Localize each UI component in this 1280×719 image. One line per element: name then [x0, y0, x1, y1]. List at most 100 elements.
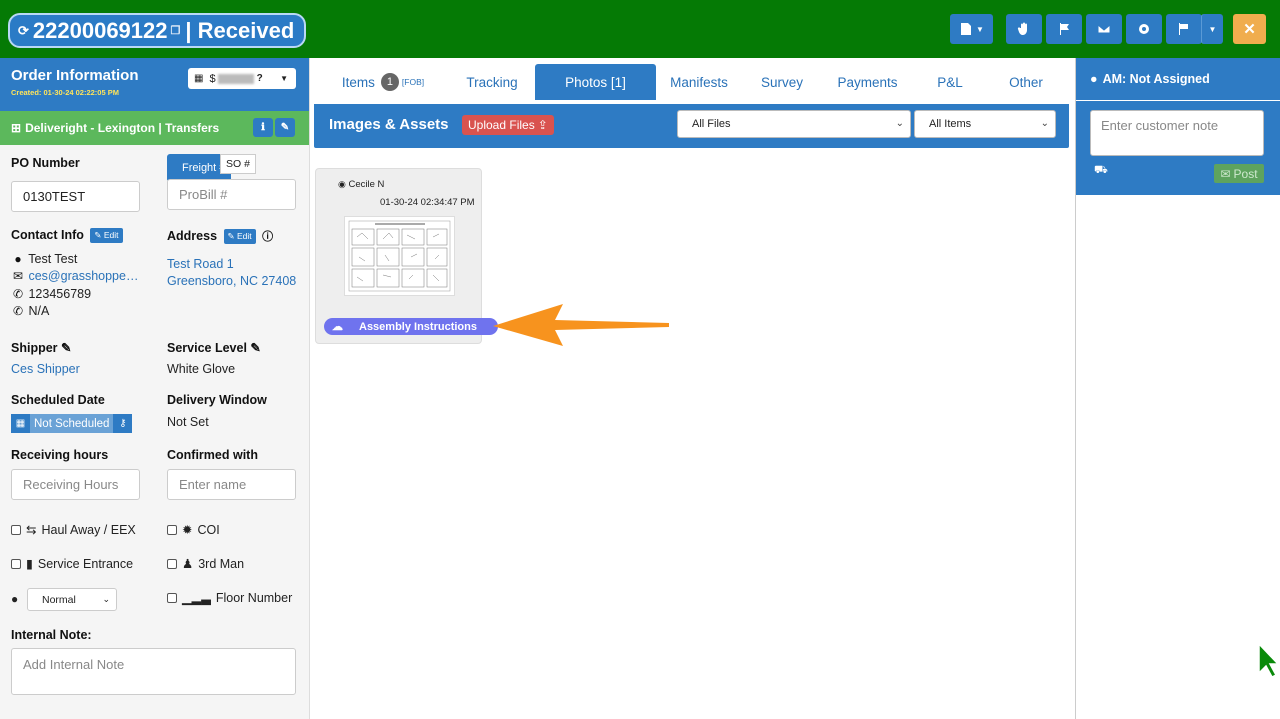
tab-pl[interactable]: P&L — [921, 64, 979, 100]
tab-manifests[interactable]: Manifests — [661, 64, 737, 100]
address-edit-button[interactable]: ✎ Edit — [223, 229, 256, 245]
asset-card[interactable]: ◉ Cecile N 01-30-24 02:34:47 PM ☁ Assemb… — [315, 168, 498, 344]
calculator-icon: ▦ — [194, 73, 204, 84]
contact-name: Test Test — [28, 252, 78, 266]
info-icon[interactable]: ℹ — [253, 118, 273, 137]
gear-icon — [1139, 24, 1149, 34]
price-select[interactable]: ▦ $ ? ▼ — [188, 68, 296, 89]
exchange-icon: ⇆ — [26, 523, 37, 537]
priority-select[interactable]: Normal ⌄ — [27, 588, 117, 611]
service-level-text: Service Level — [167, 341, 247, 355]
upload-files-button[interactable]: Upload Files ⇪ — [462, 115, 554, 135]
settings-button[interactable] — [1126, 14, 1162, 44]
top-bar: ⟳ 22200069122 ❐ | Received ▼ ▼ ✕ — [0, 0, 1280, 58]
main-content: Items 1 [FOB] Tracking Photos [1] Manife… — [311, 58, 1074, 719]
edit-icon[interactable]: ✎ — [275, 118, 295, 137]
file-filter-value: All Files — [692, 118, 731, 130]
key-icon[interactable]: ⚷ — [113, 414, 133, 433]
coi-checkbox[interactable]: ✹ COI — [167, 522, 220, 537]
floor-number-checkbox[interactable]: ▁▂▃ Floor Number — [167, 590, 292, 605]
confirmed-with-label: Confirmed with — [167, 448, 258, 462]
chevron-down-icon: ▼ — [280, 74, 288, 83]
user-icon: ● — [1090, 72, 1098, 86]
tab-items[interactable]: Items 1 [FOB] — [333, 64, 433, 100]
order-info-panel: Order Information Created: 01-30-24 02:2… — [0, 58, 310, 719]
calendar-icon[interactable]: ▦ — [11, 414, 30, 433]
probill-field[interactable]: ProBill # — [167, 179, 296, 210]
contact-phone-row: ✆ 123456789 — [11, 287, 91, 301]
route-dropdown-button[interactable]: ▼ — [1201, 14, 1223, 44]
created-timestamp: Created: 01-30-24 02:22:05 PM — [11, 88, 119, 97]
po-number-field[interactable]: 0130TEST — [11, 181, 140, 212]
customer-name: Deliveright - Lexington | Transfers — [25, 121, 220, 135]
haul-away-checkbox[interactable]: ⇆ Haul Away / EEX — [11, 522, 136, 537]
account-manager-panel: ● AM: Not Assigned Enter customer note ⛟… — [1075, 58, 1280, 719]
tab-items-label: Items — [341, 74, 375, 90]
close-button[interactable]: ✕ — [1233, 14, 1266, 44]
signal-bars-icon: ▁▂▃ — [182, 591, 211, 605]
truck-icon[interactable]: ⛟ — [1094, 164, 1108, 178]
refresh-icon[interactable]: ⟳ — [18, 23, 29, 39]
copy-icon[interactable]: ❐ — [171, 24, 181, 37]
hand-button[interactable] — [1006, 14, 1042, 44]
scheduled-date-label: Scheduled Date — [11, 393, 105, 407]
contact-email-link[interactable]: ces@grasshoppe… — [28, 269, 138, 283]
service-entrance-checkbox[interactable]: ▮ Service Entrance — [11, 556, 133, 571]
third-man-checkbox[interactable]: ♟ 3rd Man — [167, 556, 244, 571]
phone-icon: ✆ — [12, 287, 24, 301]
post-note-button[interactable]: ✉ Post — [1214, 164, 1264, 183]
flag-button[interactable] — [1046, 14, 1082, 44]
order-number: 22200069122 — [32, 17, 168, 43]
scheduled-date-value: Not Scheduled — [30, 414, 114, 433]
receiving-hours-field[interactable]: Receiving Hours — [11, 469, 140, 500]
contact-alt-phone: N/A — [28, 304, 50, 318]
po-number-label: PO Number — [11, 156, 80, 170]
phone-icon: ✆ — [12, 304, 24, 318]
contact-edit-button[interactable]: ✎ Edit — [90, 228, 123, 244]
tab-photos[interactable]: Photos [1] — [535, 64, 656, 100]
coi-label: COI — [197, 522, 220, 537]
document-icon — [961, 23, 972, 35]
service-level-value: White Glove — [167, 362, 236, 376]
assembly-instructions-tag[interactable]: ☁ Assembly Instructions — [324, 318, 498, 335]
checkbox[interactable] — [167, 558, 177, 569]
service-level-label: Service Level ✎ — [167, 340, 261, 355]
flag-icon — [1060, 23, 1069, 35]
customer-note-field[interactable]: Enter customer note — [1090, 110, 1264, 156]
route-flag-icon — [1179, 23, 1188, 35]
confirmed-with-field[interactable]: Enter name — [167, 469, 296, 500]
edit-icon[interactable]: ✎ — [61, 341, 71, 355]
tab-tracking[interactable]: Tracking — [451, 64, 533, 100]
floor-number-label: Floor Number — [215, 590, 293, 605]
fob-tag: [FOB] — [401, 77, 425, 87]
checkbox[interactable] — [11, 558, 21, 569]
so-tab[interactable]: SO # — [220, 154, 256, 174]
shipper-link[interactable]: Ces Shipper — [11, 362, 80, 376]
envelope-icon — [1097, 24, 1111, 34]
file-filter-select[interactable]: All Files ⌄ — [677, 110, 911, 138]
uploader-name: Cecile N — [348, 179, 385, 190]
item-filter-select[interactable]: All Items ⌄ — [914, 110, 1056, 138]
contact-info-text: Contact Info — [11, 228, 84, 242]
upload-date: 01-30-24 02:34:47 PM — [380, 197, 475, 208]
address-line2[interactable]: Greensboro, NC 27408 — [167, 274, 296, 288]
checkbox[interactable] — [167, 592, 177, 603]
chevron-down-icon: ⌄ — [1040, 118, 1049, 129]
tab-survey[interactable]: Survey — [747, 64, 817, 100]
customer-bar: ⊞ Deliveright - Lexington | Transfers ℹ … — [0, 111, 309, 145]
document-dropdown-button[interactable]: ▼ — [950, 14, 993, 44]
user-circle-icon: ◉ — [338, 179, 346, 189]
tab-other[interactable]: Other — [996, 64, 1056, 100]
address-line1[interactable]: Test Road 1 — [167, 257, 234, 271]
internal-note-field[interactable]: Add Internal Note — [11, 648, 296, 695]
route-button[interactable] — [1166, 14, 1202, 44]
checkbox[interactable] — [167, 524, 177, 535]
tab-payments[interactable]: Payments — [829, 64, 906, 100]
checkbox[interactable] — [11, 524, 21, 535]
asset-thumbnail[interactable] — [344, 216, 455, 296]
scheduled-date-control[interactable]: ▦ Not Scheduled ⚷ — [11, 414, 133, 433]
edit-icon[interactable]: ✎ — [250, 341, 260, 355]
images-assets-title: Images & Assets — [329, 116, 449, 133]
chevron-down-icon: ▼ — [1208, 24, 1217, 34]
email-button[interactable] — [1086, 14, 1122, 44]
